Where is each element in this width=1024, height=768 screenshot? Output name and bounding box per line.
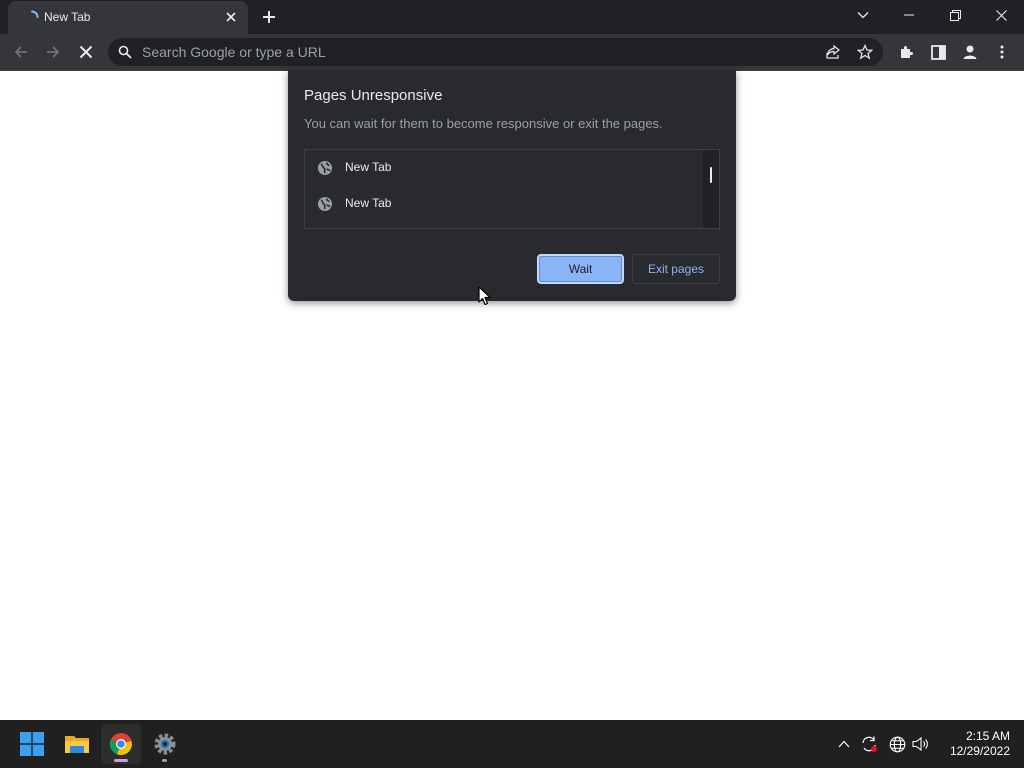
globe-icon bbox=[318, 197, 332, 211]
list-item-title: New Tab bbox=[345, 160, 392, 174]
globe-icon bbox=[889, 736, 905, 752]
list-item: New Tab bbox=[305, 186, 701, 222]
settings-taskbar-button[interactable] bbox=[145, 724, 185, 764]
close-icon bbox=[79, 45, 93, 59]
tab-title: New Tab bbox=[44, 10, 91, 24]
list-scrollbar[interactable] bbox=[703, 150, 719, 228]
chevron-down-icon bbox=[857, 12, 869, 19]
address-bar-placeholder: Search Google or type a URL bbox=[142, 44, 326, 60]
folder-icon bbox=[65, 736, 89, 753]
taskbar: 2:15 AM 12/29/2022 bbox=[0, 720, 1024, 768]
new-tab-button[interactable] bbox=[259, 7, 279, 27]
active-app-indicator bbox=[114, 759, 128, 762]
close-window-button[interactable] bbox=[978, 0, 1024, 30]
file-explorer-button[interactable] bbox=[57, 724, 97, 764]
share-button[interactable] bbox=[825, 44, 841, 60]
gear-icon bbox=[154, 733, 176, 755]
side-panel-button[interactable] bbox=[925, 39, 951, 65]
scrollbar-thumb[interactable] bbox=[710, 167, 712, 183]
tab-strip: New Tab bbox=[0, 0, 1024, 34]
pages-unresponsive-dialog: Pages Unresponsive You can wait for them… bbox=[288, 70, 736, 301]
minimize-button[interactable] bbox=[886, 0, 932, 30]
chrome-icon bbox=[109, 733, 132, 756]
plus-icon bbox=[263, 11, 275, 23]
side-panel-icon bbox=[930, 44, 946, 60]
close-icon bbox=[995, 9, 1007, 21]
list-item: New Tab bbox=[305, 150, 701, 186]
dialog-title: Pages Unresponsive bbox=[304, 87, 443, 104]
exit-pages-button[interactable]: Exit pages bbox=[632, 254, 720, 284]
tab-close-button[interactable] bbox=[223, 9, 239, 25]
mouse-cursor-icon bbox=[478, 286, 491, 306]
speaker-icon bbox=[912, 736, 928, 752]
arrow-right-icon bbox=[47, 46, 60, 58]
star-icon bbox=[857, 44, 873, 60]
running-app-indicator bbox=[162, 759, 167, 762]
list-item-title: New Tab bbox=[345, 196, 392, 210]
clock-time: 2:15 AM bbox=[965, 729, 1010, 743]
windows-logo-icon bbox=[20, 732, 44, 756]
taskbar-clock[interactable]: 2:15 AM 12/29/2022 bbox=[940, 729, 1010, 759]
address-bar[interactable]: Search Google or type a URL bbox=[108, 38, 883, 66]
network-tray[interactable] bbox=[888, 735, 906, 753]
start-button[interactable] bbox=[12, 724, 52, 764]
dialog-message: You can wait for them to become responsi… bbox=[304, 116, 663, 131]
volume-tray[interactable] bbox=[912, 735, 930, 753]
browser-toolbar: Search Google or type a URL bbox=[0, 34, 1024, 71]
restore-button[interactable] bbox=[932, 0, 978, 30]
clock-date: 12/29/2022 bbox=[949, 744, 1010, 758]
chrome-taskbar-button[interactable] bbox=[101, 724, 141, 764]
minimize-icon bbox=[904, 14, 914, 16]
tab-search-button[interactable] bbox=[840, 0, 886, 30]
forward-button[interactable] bbox=[40, 39, 66, 65]
menu-button[interactable] bbox=[989, 39, 1015, 65]
more-vert-icon bbox=[1000, 45, 1004, 59]
search-icon bbox=[118, 45, 132, 59]
loading-spinner-icon bbox=[31, 10, 39, 18]
extensions-button[interactable] bbox=[893, 39, 919, 65]
share-icon bbox=[826, 44, 840, 59]
sync-icon bbox=[862, 736, 877, 752]
stop-loading-button[interactable] bbox=[73, 39, 99, 65]
arrow-left-icon bbox=[14, 46, 27, 58]
bookmark-button[interactable] bbox=[857, 44, 873, 60]
avatar-icon bbox=[963, 45, 977, 59]
close-icon bbox=[226, 12, 236, 22]
puzzle-icon bbox=[901, 46, 913, 58]
show-hidden-icons-button[interactable] bbox=[835, 735, 853, 753]
profile-button[interactable] bbox=[957, 39, 983, 65]
tab-new-tab[interactable]: New Tab bbox=[8, 1, 248, 34]
chevron-up-icon bbox=[838, 740, 850, 748]
unresponsive-pages-list[interactable]: New Tab New Tab bbox=[304, 149, 720, 229]
sync-status-tray[interactable] bbox=[860, 735, 878, 753]
globe-icon bbox=[318, 161, 332, 175]
wait-button[interactable]: Wait bbox=[537, 254, 624, 284]
restore-icon bbox=[949, 9, 961, 21]
back-button[interactable] bbox=[8, 39, 34, 65]
